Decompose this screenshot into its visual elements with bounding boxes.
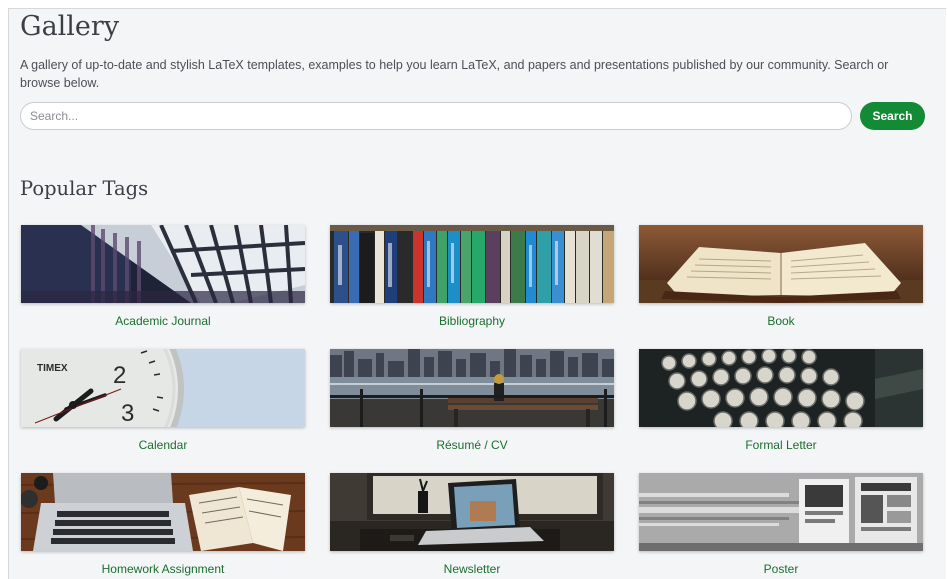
typewriter-keys-photo[interactable] [639,349,923,427]
library-shelves-photo[interactable] [21,225,305,303]
tag-label[interactable]: Academic Journal [21,314,305,328]
svg-text:3: 3 [121,400,134,427]
tag-label[interactable]: Book [639,314,923,328]
svg-text:TIMEX: TIMEX [37,363,68,374]
tag-label[interactable]: Poster [639,562,923,576]
laptop-desk-photo[interactable] [21,473,305,551]
tag-card-resume-cv[interactable]: Résumé / CV [330,349,614,473]
poster-wall-photo[interactable] [639,473,923,551]
tag-grid: Academic Journal Bibliography Book TIMEX… [21,225,923,579]
clock-face-photo[interactable]: TIMEX 2 3 [21,349,305,427]
city-skyline-bench-photo[interactable] [330,349,614,427]
tag-card-academic-journal[interactable]: Academic Journal [21,225,305,349]
tag-card-bibliography[interactable]: Bibliography [330,225,614,349]
tag-label[interactable]: Newsletter [330,562,614,576]
tag-label[interactable]: Homework Assignment [21,562,305,576]
tag-label[interactable]: Formal Letter [639,438,923,452]
svg-text:2: 2 [113,362,126,389]
tag-card-formal-letter[interactable]: Formal Letter [639,349,923,473]
tag-label[interactable]: Bibliography [330,314,614,328]
open-book-photo[interactable] [639,225,923,303]
tag-card-book[interactable]: Book [639,225,923,349]
tag-card-homework-assignment[interactable]: Homework Assignment [21,473,305,579]
page-title: Gallery [20,11,120,42]
search-button[interactable]: Search [860,102,925,130]
tag-label[interactable]: Résumé / CV [330,438,614,452]
gallery-panel: Gallery A gallery of up-to-date and styl… [8,8,946,579]
laptop-window-photo[interactable] [330,473,614,551]
book-spines-photo[interactable] [330,225,614,303]
tag-card-calendar[interactable]: TIMEX 2 3 Calendar [21,349,305,473]
tag-card-newsletter[interactable]: Newsletter [330,473,614,579]
tag-card-poster[interactable]: Poster [639,473,923,579]
section-title: Popular Tags [20,177,149,200]
page-description: A gallery of up-to-date and stylish LaTe… [20,58,889,90]
search-input[interactable] [20,102,852,130]
tag-label[interactable]: Calendar [21,438,305,452]
